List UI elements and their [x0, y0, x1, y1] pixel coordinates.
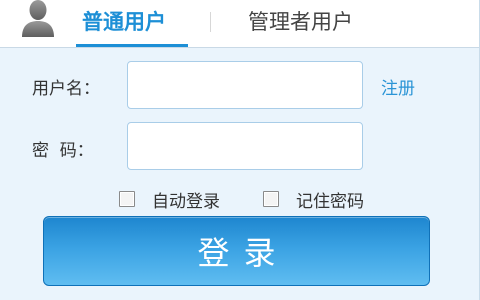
user-silhouette-icon — [20, 0, 56, 38]
tab-divider — [210, 12, 211, 32]
active-tab-indicator — [76, 44, 188, 47]
username-label: 用户名： — [32, 79, 100, 99]
auto-login-checkbox[interactable] — [119, 191, 135, 207]
auto-login-option[interactable]: 自动登录 — [119, 186, 220, 212]
login-button-label: 登录 — [197, 234, 290, 272]
remember-password-checkbox[interactable] — [263, 191, 279, 207]
remember-password-option[interactable]: 记住密码 — [263, 186, 364, 212]
tab-admin-user[interactable]: 管理者用户 — [248, 6, 353, 38]
register-link[interactable]: 注册 — [381, 74, 415, 99]
password-label: 密 码： — [32, 141, 94, 161]
tab-normal-user[interactable]: 普通用户 — [82, 6, 166, 38]
login-button[interactable]: 登录 — [43, 216, 430, 286]
password-input[interactable] — [127, 122, 363, 170]
tab-bar: 普通用户 管理者用户 — [0, 0, 479, 48]
remember-password-label: 记住密码 — [296, 191, 364, 212]
auto-login-label: 自动登录 — [152, 191, 220, 212]
login-panel: 普通用户 管理者用户 用户名： 注册 密 码： 自动登录 记住密码 登录 — [0, 0, 480, 300]
username-input[interactable] — [127, 61, 363, 109]
